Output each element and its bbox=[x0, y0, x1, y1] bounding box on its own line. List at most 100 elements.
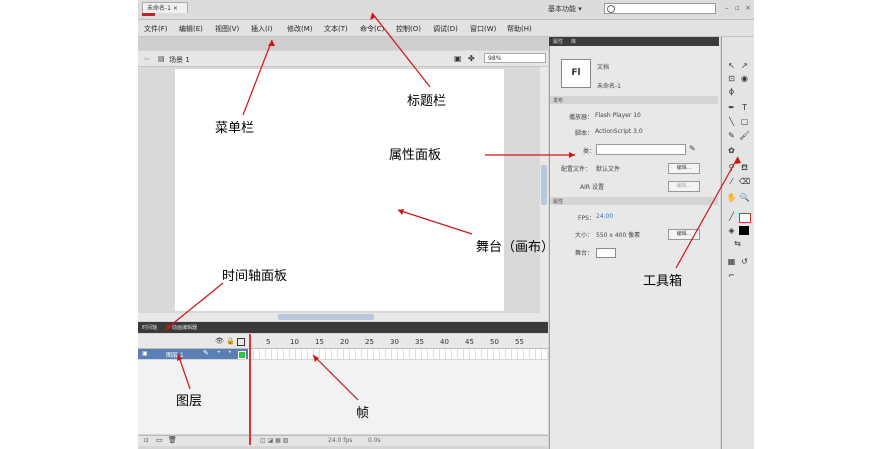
subselection-tool-icon[interactable]: ↗ bbox=[739, 60, 750, 71]
stage-color-swatch[interactable] bbox=[596, 248, 616, 258]
playhead[interactable] bbox=[249, 334, 251, 445]
workspace-switcher[interactable]: 基本功能 ▾ bbox=[548, 4, 582, 14]
class-label: 类： bbox=[583, 148, 596, 155]
3d-rotation-icon[interactable]: ◉ bbox=[739, 73, 750, 84]
eyedropper-icon[interactable]: ⁄ bbox=[726, 176, 737, 187]
frames-row[interactable] bbox=[248, 349, 548, 359]
snap-icon[interactable]: ▦ bbox=[726, 256, 737, 267]
menu-command[interactable]: 命令(C) bbox=[360, 24, 384, 34]
deco-tool-icon[interactable]: ✿ bbox=[726, 145, 737, 156]
document-icon: Fl bbox=[561, 59, 591, 88]
tab-close-icon[interactable]: × bbox=[173, 5, 178, 12]
flash-window: Fl 基本功能 ▾ – ▫ × 文件(F) 编辑(E) 视图(V) 插入(I) … bbox=[138, 0, 754, 449]
menu-window[interactable]: 窗口(W) bbox=[470, 24, 496, 34]
new-folder-icon[interactable]: ▭ bbox=[156, 436, 163, 444]
document-tab-row bbox=[138, 37, 548, 50]
eye-icon[interactable]: 👁 bbox=[215, 337, 224, 345]
outline-icon[interactable] bbox=[237, 338, 245, 346]
footer-time: 0.0s bbox=[368, 437, 381, 444]
menu-modify[interactable]: 修改(M) bbox=[287, 24, 313, 34]
frame-number: 35 bbox=[415, 338, 424, 346]
delete-layer-icon[interactable]: 🗑 bbox=[168, 436, 177, 444]
free-transform-icon[interactable]: ⊡ bbox=[726, 73, 737, 84]
pencil-tool-icon[interactable]: ✎ bbox=[726, 130, 737, 141]
frame-number: 45 bbox=[465, 338, 474, 346]
minimize-icon[interactable]: – bbox=[725, 4, 729, 12]
tab-properties[interactable]: 属性 bbox=[553, 38, 563, 45]
edit-scene-icon[interactable]: ▣ bbox=[454, 54, 462, 63]
pencil-icon: ✎ bbox=[203, 349, 209, 357]
new-layer-icon[interactable]: ▫ bbox=[144, 436, 149, 444]
lasso-tool-icon[interactable]: ϕ bbox=[726, 86, 737, 97]
document-tab[interactable]: 未命名-1 × bbox=[142, 2, 188, 13]
frame-number: 15 bbox=[315, 338, 324, 346]
horizontal-scroll-thumb[interactable] bbox=[278, 314, 374, 320]
vertical-scroll-thumb[interactable] bbox=[541, 165, 547, 205]
zoom-value: 98% bbox=[488, 55, 502, 62]
selection-tool-icon[interactable]: ↖ bbox=[726, 60, 737, 71]
maximize-icon[interactable]: ▫ bbox=[735, 4, 740, 12]
hand-tool-icon[interactable]: ✋ bbox=[726, 192, 737, 203]
menu-edit[interactable]: 编辑(E) bbox=[179, 24, 203, 34]
script-value: ActionScript 3.0 bbox=[595, 128, 643, 135]
label-layer: 图层 bbox=[176, 394, 203, 409]
frame-number: 40 bbox=[440, 338, 449, 346]
menu-view[interactable]: 视图(V) bbox=[215, 24, 239, 34]
class-input[interactable] bbox=[596, 144, 686, 155]
size-edit-button[interactable]: 编辑... bbox=[668, 229, 700, 240]
fill-color-icon[interactable]: ◈ bbox=[726, 225, 737, 236]
close-icon[interactable]: × bbox=[745, 4, 751, 12]
layer-outline-color[interactable] bbox=[238, 351, 246, 359]
edit-symbol-icon[interactable]: ✤ bbox=[468, 54, 475, 63]
tab-library[interactable]: 库 bbox=[571, 38, 576, 45]
lock-icon[interactable]: 🔒 bbox=[226, 337, 235, 345]
fill-color-swatch[interactable] bbox=[739, 226, 749, 235]
pen-tool-icon[interactable]: ✒ bbox=[726, 102, 737, 113]
layer-lock-dot[interactable]: • bbox=[228, 349, 232, 356]
stroke-color-icon[interactable]: ╱ bbox=[726, 211, 737, 222]
bone-tool-icon[interactable]: ⚲ bbox=[726, 162, 737, 173]
label-timeline-panel: 时间轴面板 bbox=[222, 269, 288, 284]
menu-text[interactable]: 文本(T) bbox=[324, 24, 348, 34]
tab-timeline[interactable]: 时间轴 bbox=[142, 324, 157, 331]
props-section-label: 属性 bbox=[553, 199, 564, 205]
workspace-label: 基本功能 bbox=[548, 5, 576, 13]
rectangle-tool-icon[interactable]: ▢ bbox=[739, 116, 750, 127]
swap-colors-icon[interactable]: ⇆ bbox=[732, 238, 743, 249]
frame-number: 55 bbox=[515, 338, 524, 346]
air-edit-button[interactable]: 编辑... bbox=[668, 181, 700, 192]
fps-value[interactable]: 24.00 bbox=[596, 213, 613, 220]
help-search-input[interactable] bbox=[604, 3, 716, 14]
zoom-tool-icon[interactable]: 🔍 bbox=[739, 192, 750, 203]
size-value: 550 x 400 像素 bbox=[596, 232, 641, 239]
menu-help[interactable]: 帮助(H) bbox=[507, 24, 532, 34]
layer-visible-dot[interactable]: • bbox=[217, 349, 221, 356]
menu-control[interactable]: 控制(O) bbox=[396, 24, 421, 34]
layer-row[interactable]: ▣ 图层 1 ✎ • • bbox=[138, 349, 248, 359]
profile-value: 默认文件 bbox=[596, 166, 621, 173]
publish-section-header[interactable]: 发布 bbox=[550, 96, 718, 104]
onion-skin-icons[interactable]: ◫ ◪ ▦ ▧ bbox=[260, 437, 288, 444]
text-tool-icon[interactable]: T bbox=[739, 102, 750, 113]
eraser-tool-icon[interactable]: ⌫ bbox=[739, 176, 750, 187]
profile-edit-button[interactable]: 编辑... bbox=[668, 163, 700, 174]
tab-motion-editor[interactable]: 动画编辑器 bbox=[172, 324, 197, 331]
props-section-header[interactable]: 属性 bbox=[550, 197, 718, 205]
line-tool-icon[interactable]: ╲ bbox=[726, 116, 737, 127]
paint-bucket-icon[interactable]: ⛾ bbox=[739, 162, 750, 173]
menu-insert[interactable]: 插入(I) bbox=[251, 24, 273, 34]
fps-label: FPS： bbox=[578, 215, 595, 222]
layer-name[interactable]: 图层 1 bbox=[166, 350, 184, 359]
scene-label[interactable]: 场景 1 bbox=[169, 55, 190, 65]
doc-name: 未命名-1 bbox=[597, 83, 621, 90]
doc-type: 文档 bbox=[597, 64, 610, 71]
menu-file[interactable]: 文件(F) bbox=[144, 24, 168, 34]
menu-debug[interactable]: 调试(D) bbox=[433, 24, 458, 34]
brush-tool-icon[interactable]: 🖌 bbox=[739, 130, 750, 141]
pencil-icon[interactable]: ✎ bbox=[689, 144, 696, 153]
straighten-icon[interactable]: ⌐ bbox=[726, 270, 737, 281]
stroke-color-swatch[interactable] bbox=[739, 213, 751, 223]
back-arrow-icon[interactable]: ⇦ bbox=[144, 55, 150, 63]
smooth-icon[interactable]: ↺ bbox=[739, 256, 750, 267]
zoom-select[interactable]: 98% bbox=[484, 53, 546, 63]
